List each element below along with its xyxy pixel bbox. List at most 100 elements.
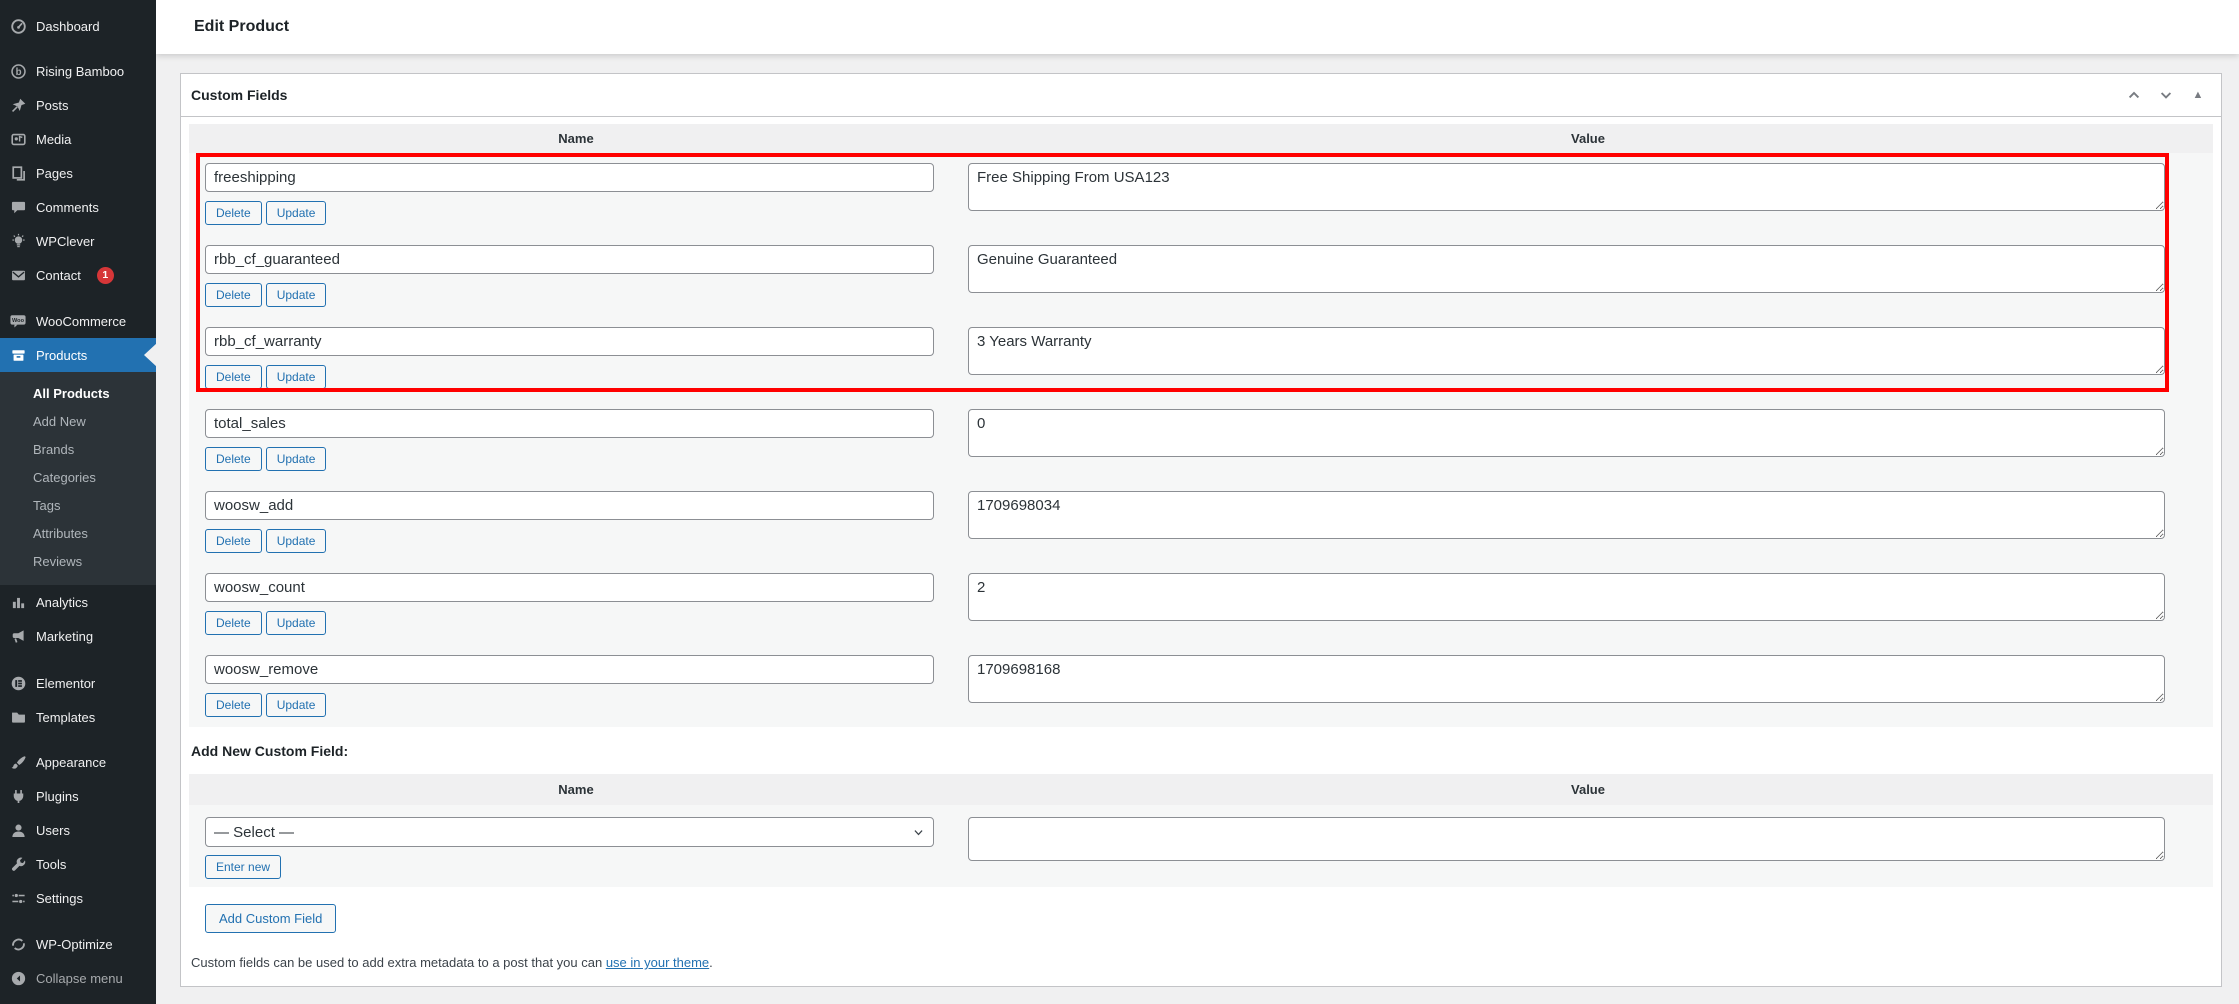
products-box-icon xyxy=(9,346,27,364)
field-value-textarea[interactable]: 1709698034 xyxy=(968,491,2165,539)
collapse-arrow-icon xyxy=(9,969,27,987)
add-new-table: Name Value — Select — Enter new xyxy=(189,774,2213,887)
custom-field-row: Delete Update Free Shipping From USA123 xyxy=(189,153,2213,235)
delete-button[interactable]: Delete xyxy=(205,201,262,225)
pushpin-icon xyxy=(9,96,27,114)
submenu-item-label: All Products xyxy=(33,386,110,401)
submenu-item-tags[interactable]: Tags xyxy=(0,491,156,519)
products-submenu: All Products Add New Brands Categories T… xyxy=(0,372,156,585)
toggle-panel-button[interactable]: ▲ xyxy=(2183,80,2213,110)
sidebar-item-contact[interactable]: Contact 1 xyxy=(0,258,156,292)
sidebar-item-label: Comments xyxy=(36,200,99,215)
new-field-value-textarea[interactable] xyxy=(968,817,2165,861)
sidebar-item-analytics[interactable]: Analytics xyxy=(0,585,156,619)
sidebar-item-products[interactable]: Products xyxy=(0,338,156,372)
custom-field-row: Delete Update 1709698034 xyxy=(189,481,2213,563)
submenu-item-all-products[interactable]: All Products xyxy=(0,379,156,407)
field-name-input[interactable] xyxy=(205,409,934,438)
field-name-input[interactable] xyxy=(205,655,934,684)
admin-sidebar: Dashboard Rising Bamboo Posts Media Page… xyxy=(0,0,156,1004)
field-value-textarea[interactable]: Free Shipping From USA123 xyxy=(968,163,2165,211)
delete-button[interactable]: Delete xyxy=(205,447,262,471)
value-column-header: Value xyxy=(963,774,2213,805)
move-up-button[interactable] xyxy=(2119,80,2149,110)
add-new-header-row: Name Value xyxy=(189,774,2213,805)
sidebar-item-dashboard[interactable]: Dashboard xyxy=(0,9,156,43)
sidebar-item-label: Posts xyxy=(36,98,69,113)
sidebar-item-media[interactable]: Media xyxy=(0,122,156,156)
update-button[interactable]: Update xyxy=(266,201,327,225)
custom-fields-table: Name Value Delete Update Free Shipping F… xyxy=(189,124,2213,727)
field-value-textarea[interactable]: 0 xyxy=(968,409,2165,457)
submenu-item-categories[interactable]: Categories xyxy=(0,463,156,491)
update-button[interactable]: Update xyxy=(266,283,327,307)
sidebar-item-label: Media xyxy=(36,132,71,147)
field-value-textarea[interactable]: 3 Years Warranty xyxy=(968,327,2165,375)
table-header-row: Name Value xyxy=(189,124,2213,153)
delete-button[interactable]: Delete xyxy=(205,611,262,635)
add-custom-field-button[interactable]: Add Custom Field xyxy=(205,904,336,933)
sidebar-item-users[interactable]: Users xyxy=(0,813,156,847)
enter-new-button[interactable]: Enter new xyxy=(205,855,281,879)
user-icon xyxy=(9,821,27,839)
update-button[interactable]: Update xyxy=(266,693,327,717)
sidebar-item-comments[interactable]: Comments xyxy=(0,190,156,224)
sidebar-item-wpclever[interactable]: WPClever xyxy=(0,224,156,258)
sidebar-item-plugins[interactable]: Plugins xyxy=(0,779,156,813)
sidebar-item-label: Pages xyxy=(36,166,73,181)
submenu-item-label: Reviews xyxy=(33,554,82,569)
sidebar-item-label: Elementor xyxy=(36,676,95,691)
update-button[interactable]: Update xyxy=(266,529,327,553)
field-value-textarea[interactable]: 2 xyxy=(968,573,2165,621)
move-down-button[interactable] xyxy=(2151,80,2181,110)
use-in-theme-link[interactable]: use in your theme xyxy=(606,955,709,970)
sidebar-item-label: Settings xyxy=(36,891,83,906)
field-name-input[interactable] xyxy=(205,573,934,602)
sidebar-item-pages[interactable]: Pages xyxy=(0,156,156,190)
sidebar-item-elementor[interactable]: Elementor xyxy=(0,666,156,700)
sidebar-item-tools[interactable]: Tools xyxy=(0,847,156,881)
submenu-item-attributes[interactable]: Attributes xyxy=(0,519,156,547)
update-button[interactable]: Update xyxy=(266,447,327,471)
editor-topbar: Edit Product xyxy=(156,0,2239,54)
sliders-icon xyxy=(9,889,27,907)
sidebar-item-woocommerce[interactable]: WooCommerce xyxy=(0,304,156,338)
sidebar-item-posts[interactable]: Posts xyxy=(0,88,156,122)
paintbrush-icon xyxy=(9,753,27,771)
sidebar-item-rising-bamboo[interactable]: Rising Bamboo xyxy=(0,54,156,88)
sidebar-item-label: Plugins xyxy=(36,789,79,804)
help-text-after: . xyxy=(709,955,713,970)
metabox-handle-actions: ▲ xyxy=(2119,80,2213,110)
field-name-input[interactable] xyxy=(205,491,934,520)
field-name-input[interactable] xyxy=(205,327,934,356)
sidebar-item-wp-optimize[interactable]: WP-Optimize xyxy=(0,927,156,961)
sidebar-item-label: Appearance xyxy=(36,755,106,770)
custom-field-row: Delete Update 0 xyxy=(189,399,2213,481)
delete-button[interactable]: Delete xyxy=(205,283,262,307)
sidebar-item-settings[interactable]: Settings xyxy=(0,881,156,915)
sidebar-item-label: Dashboard xyxy=(36,19,100,34)
submenu-item-reviews[interactable]: Reviews xyxy=(0,547,156,575)
delete-button[interactable]: Delete xyxy=(205,693,262,717)
plug-icon xyxy=(9,787,27,805)
field-value-textarea[interactable]: 1709698168 xyxy=(968,655,2165,703)
submenu-item-label: Tags xyxy=(33,498,60,513)
delete-button[interactable]: Delete xyxy=(205,529,262,553)
sidebar-item-templates[interactable]: Templates xyxy=(0,700,156,734)
update-button[interactable]: Update xyxy=(266,611,327,635)
collapse-menu-button[interactable]: Collapse menu xyxy=(0,961,156,995)
sidebar-item-appearance[interactable]: Appearance xyxy=(0,745,156,779)
custom-field-row: Delete Update Genuine Guaranteed xyxy=(189,235,2213,317)
field-name-input[interactable] xyxy=(205,163,934,192)
folder-icon xyxy=(9,708,27,726)
sidebar-item-marketing[interactable]: Marketing xyxy=(0,619,156,653)
field-name-input[interactable] xyxy=(205,245,934,274)
update-button[interactable]: Update xyxy=(266,365,327,389)
field-value-textarea[interactable]: Genuine Guaranteed xyxy=(968,245,2165,293)
submenu-item-brands[interactable]: Brands xyxy=(0,435,156,463)
sidebar-item-label: Users xyxy=(36,823,70,838)
submenu-item-add-new[interactable]: Add New xyxy=(0,407,156,435)
delete-button[interactable]: Delete xyxy=(205,365,262,389)
meta-key-select[interactable]: — Select — xyxy=(205,817,934,847)
sidebar-item-label: Rising Bamboo xyxy=(36,64,124,79)
